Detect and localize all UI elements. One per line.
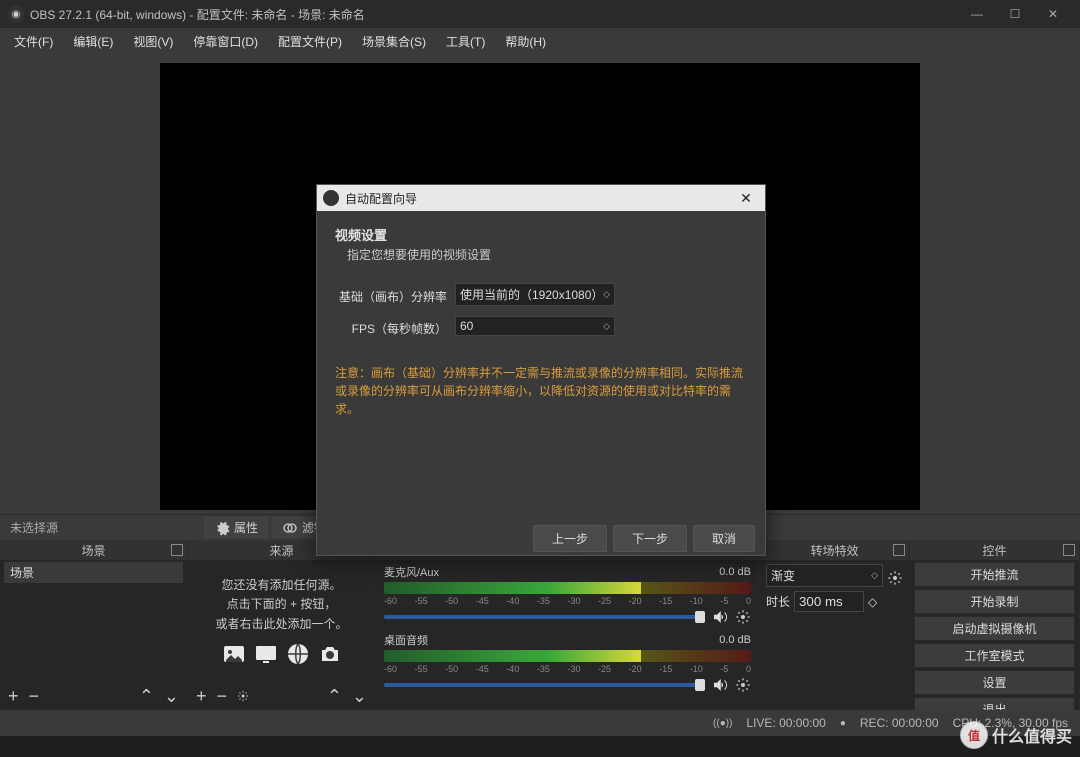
watermark: 值 什么值得买: [960, 721, 1072, 749]
transitions-header: 转场特效: [760, 540, 909, 560]
popout-icon[interactable]: [1063, 544, 1075, 556]
cancel-button[interactable]: 取消: [693, 525, 755, 552]
dialog-subheading: 指定您想要使用的视频设置: [347, 246, 747, 263]
start-streaming-button[interactable]: 开始推流: [914, 562, 1075, 587]
source-settings-icon[interactable]: [235, 688, 251, 704]
transition-select[interactable]: 渐变◇: [766, 564, 883, 587]
menu-view[interactable]: 视图(V): [123, 29, 183, 54]
globe-icon: [285, 642, 311, 666]
meter-ticks: -60-55-50-45-40-35-30-25-20-15-10-50: [384, 664, 751, 674]
settings-button[interactable]: 设置: [914, 670, 1075, 695]
obs-logo-icon: ◉: [8, 6, 24, 22]
menu-profile[interactable]: 配置文件(P): [268, 29, 352, 54]
transitions-panel: 转场特效 渐变◇ 时长 ◇: [760, 540, 910, 710]
menu-dock[interactable]: 停靠窗口(D): [183, 29, 268, 54]
dialog-note: 注意：画布（基础）分辨率并不一定需与推流或录像的分辨率相同。实际推流或录像的分辨…: [335, 364, 747, 418]
watermark-icon: 值: [960, 721, 988, 749]
fps-select[interactable]: 60◇: [455, 316, 615, 336]
volume-slider[interactable]: [384, 615, 705, 619]
window-title: OBS 27.2.1 (64-bit, windows) - 配置文件: 未命名…: [30, 6, 958, 23]
remove-scene-button[interactable]: −: [27, 686, 42, 707]
live-status: LIVE: 00:00:00: [746, 716, 825, 730]
rec-status: REC: 00:00:00: [860, 716, 939, 730]
camera-icon: [317, 642, 343, 666]
menubar: 文件(F) 编辑(E) 视图(V) 停靠窗口(D) 配置文件(P) 场景集合(S…: [0, 28, 1080, 54]
channel-settings-icon[interactable]: [735, 609, 751, 625]
controls-panel: 控件 开始推流 开始录制 启动虚拟摄像机 工作室模式 设置 退出: [910, 540, 1080, 710]
rec-dot-icon: ●: [840, 718, 846, 729]
add-scene-button[interactable]: +: [6, 686, 21, 707]
speaker-icon[interactable]: [711, 676, 729, 694]
sources-panel: 来源 您还没有添加任何源。 点击下面的 + 按钮， 或者右击此处添加一个。 + …: [188, 540, 376, 710]
dialog-title: 自动配置向导: [345, 190, 733, 207]
remove-source-button[interactable]: −: [215, 686, 230, 707]
menu-scene-collection[interactable]: 场景集合(S): [352, 29, 436, 54]
close-button[interactable]: ✕: [1034, 0, 1072, 28]
menu-help[interactable]: 帮助(H): [495, 29, 556, 54]
exit-button[interactable]: 退出: [914, 697, 1075, 710]
speaker-icon[interactable]: [711, 608, 729, 626]
move-source-up-button[interactable]: ⌃: [325, 686, 344, 707]
sources-empty-text: 您还没有添加任何源。 点击下面的 + 按钮， 或者右击此处添加一个。: [215, 576, 347, 634]
resolution-label: 基础（画布）分辨率: [335, 288, 455, 305]
image-icon: [221, 642, 247, 666]
studio-mode-button[interactable]: 工作室模式: [914, 643, 1075, 668]
dialog-heading: 视频设置: [335, 225, 747, 244]
menu-tools[interactable]: 工具(T): [436, 29, 495, 54]
chevron-icon: ◇: [871, 570, 878, 581]
transition-settings-icon[interactable]: [887, 570, 903, 586]
dialog-close-button[interactable]: ✕: [733, 190, 759, 207]
fps-label: FPS（每秒帧数）: [335, 320, 455, 337]
popout-icon[interactable]: [893, 544, 905, 556]
next-button[interactable]: 下一步: [613, 525, 687, 552]
chevron-icon: ◇: [603, 321, 610, 332]
channel-settings-icon[interactable]: [735, 677, 751, 693]
monitor-icon: [253, 642, 279, 666]
back-button[interactable]: 上一步: [533, 525, 607, 552]
mixer-channel-mic: 麦克风/Aux 0.0 dB -60-55-50-45-40-35-30-25-…: [384, 564, 751, 626]
meter-ticks: -60-55-50-45-40-35-30-25-20-15-10-50: [384, 596, 751, 606]
scene-item[interactable]: 场景: [4, 562, 183, 583]
menu-file[interactable]: 文件(F): [4, 29, 63, 54]
scenes-panel: 场景 场景 + − ⌃ ⌄: [0, 540, 188, 710]
duration-label: 时长: [766, 593, 790, 610]
start-virtual-cam-button[interactable]: 启动虚拟摄像机: [914, 616, 1075, 641]
move-scene-up-button[interactable]: ⌃: [137, 686, 156, 707]
add-source-button[interactable]: +: [194, 686, 209, 707]
audio-meter: [384, 650, 751, 662]
maximize-button[interactable]: ☐: [996, 0, 1034, 28]
resolution-select[interactable]: 使用当前的（1920x1080）◇: [455, 283, 615, 306]
filters-icon: [282, 520, 298, 536]
panels-row: 场景 场景 + − ⌃ ⌄ 来源 您还没有添加任何源。 点击下面的 + 按钮， …: [0, 540, 1080, 710]
mixer-channel-desktop: 桌面音频 0.0 dB -60-55-50-45-40-35-30-25-20-…: [384, 632, 751, 694]
popout-icon[interactable]: [171, 544, 183, 556]
minimize-button[interactable]: —: [958, 0, 996, 28]
gear-icon: [214, 520, 230, 536]
volume-slider[interactable]: [384, 683, 705, 687]
move-source-down-button[interactable]: ⌄: [350, 686, 369, 707]
broadcast-icon: ((●)): [713, 718, 732, 729]
mixer-panel: 混音器 麦克风/Aux 0.0 dB -60-55-50-45-40-35-30…: [376, 540, 760, 710]
statusbar: ((●)) LIVE: 00:00:00 ● REC: 00:00:00 CPU…: [0, 710, 1080, 736]
chevron-icon: ◇: [603, 289, 610, 300]
scenes-header: 场景: [0, 540, 187, 560]
start-recording-button[interactable]: 开始录制: [914, 589, 1075, 614]
auto-config-wizard-dialog: 自动配置向导 ✕ 视频设置 指定您想要使用的视频设置 基础（画布）分辨率 使用当…: [316, 184, 766, 556]
window-titlebar: ◉ OBS 27.2.1 (64-bit, windows) - 配置文件: 未…: [0, 0, 1080, 28]
spinner-icon[interactable]: ◇: [868, 595, 877, 609]
obs-logo-icon: [323, 190, 339, 206]
properties-button[interactable]: 属性: [204, 517, 268, 538]
duration-input[interactable]: [794, 591, 864, 612]
source-type-icons: [221, 642, 343, 666]
audio-meter: [384, 582, 751, 594]
dialog-titlebar: 自动配置向导 ✕: [317, 185, 765, 211]
watermark-text: 什么值得买: [992, 723, 1072, 747]
controls-header: 控件: [910, 540, 1079, 560]
menu-edit[interactable]: 编辑(E): [63, 29, 123, 54]
move-scene-down-button[interactable]: ⌄: [162, 686, 181, 707]
